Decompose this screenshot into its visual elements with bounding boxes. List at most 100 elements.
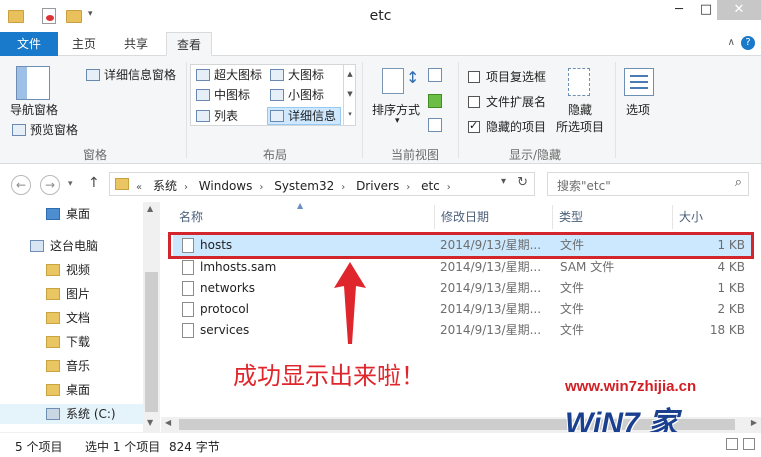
- breadcrumb-item[interactable]: Windows: [199, 179, 253, 193]
- column-header-size[interactable]: 大小: [673, 205, 753, 229]
- chevron-right-icon[interactable]: ›: [406, 182, 410, 193]
- layout-medium-icons[interactable]: 中图标: [196, 86, 250, 103]
- chevron-right-icon[interactable]: ›: [341, 182, 345, 193]
- details-icon: [270, 110, 284, 122]
- layout-list[interactable]: 列表: [196, 107, 238, 124]
- options-icon[interactable]: [624, 68, 654, 96]
- chevron-right-icon[interactable]: ›: [184, 182, 188, 193]
- navigation-scrollbar[interactable]: ▲ ▼: [143, 202, 160, 432]
- new-folder-icon[interactable]: [66, 10, 82, 23]
- medium-icons-icon: [196, 89, 210, 101]
- hide-selected-icon[interactable]: [568, 68, 590, 96]
- hidden-items-checkbox[interactable]: [468, 119, 480, 133]
- item-checkboxes-checkbox[interactable]: [468, 71, 480, 83]
- scroll-right-icon[interactable]: ▶: [751, 418, 757, 427]
- scrollbar-thumb[interactable]: [145, 272, 158, 412]
- options-button[interactable]: 选项: [626, 101, 650, 118]
- drive-icon: [46, 408, 60, 420]
- details-pane-icon: [86, 69, 100, 81]
- hidden-items-option[interactable]: 隐藏的项目: [468, 118, 546, 135]
- layout-small-icons[interactable]: 小图标: [270, 86, 324, 103]
- breadcrumb-item[interactable]: etc: [421, 179, 440, 193]
- nav-item-downloads[interactable]: 下载: [46, 332, 90, 352]
- tab-share[interactable]: 共享: [114, 32, 158, 56]
- nav-item-this-pc[interactable]: 这台电脑: [30, 236, 98, 256]
- breadcrumb-overflow[interactable]: «: [136, 182, 142, 193]
- table-row[interactable]: protocol 2014/9/13/星期... 文件 2 KB: [173, 299, 753, 320]
- file-icon: [182, 260, 194, 275]
- add-columns-icon[interactable]: [428, 94, 442, 108]
- breadcrumb-item[interactable]: 系统: [153, 179, 177, 193]
- nav-item-system-drive[interactable]: 系统 (C:): [0, 404, 143, 424]
- nav-item-desktop[interactable]: 桌面: [46, 204, 90, 224]
- properties-icon[interactable]: [42, 8, 56, 24]
- navigation-pane-icon[interactable]: [16, 66, 50, 100]
- navigation-pane-button[interactable]: 导航窗格: [10, 101, 58, 118]
- large-icons-icon: [270, 69, 284, 81]
- refresh-icon[interactable]: ↻: [517, 175, 528, 190]
- collapse-ribbon-icon[interactable]: ∧: [728, 37, 735, 48]
- table-row[interactable]: networks 2014/9/13/星期... 文件 1 KB: [173, 278, 753, 299]
- nav-item-documents[interactable]: 文档: [46, 308, 90, 328]
- back-button[interactable]: ←: [11, 175, 31, 195]
- up-button[interactable]: ↑: [88, 175, 100, 191]
- file-name: lmhosts.sam: [200, 260, 277, 274]
- nav-item-pictures[interactable]: 图片: [46, 284, 90, 304]
- scroll-up-icon[interactable]: ▲: [147, 204, 153, 213]
- tab-file[interactable]: 文件: [0, 32, 58, 56]
- recent-locations-icon[interactable]: ▾: [68, 179, 73, 189]
- nav-item-music[interactable]: 音乐: [46, 356, 90, 376]
- minimize-button[interactable]: ─: [665, 0, 693, 20]
- group-by-icon[interactable]: [428, 68, 442, 82]
- sort-by-dropdown-icon[interactable]: ▾: [395, 116, 400, 126]
- ribbon-separator: [458, 62, 459, 158]
- hide-selected-label-2[interactable]: 所选项目: [556, 118, 604, 135]
- item-checkboxes-option[interactable]: 项目复选框: [468, 68, 546, 85]
- help-icon[interactable]: ?: [741, 36, 755, 50]
- tab-view[interactable]: 查看: [166, 32, 213, 56]
- file-size: 18 KB: [709, 323, 745, 337]
- list-icon: [196, 110, 210, 122]
- column-header-modified[interactable]: 修改日期: [435, 205, 553, 229]
- customize-toolbar-icon[interactable]: ▾: [88, 9, 93, 27]
- chevron-right-icon[interactable]: ›: [447, 182, 451, 193]
- details-view-icon[interactable]: [726, 438, 738, 450]
- table-row[interactable]: lmhosts.sam 2014/9/13/星期... SAM 文件 4 KB: [173, 257, 753, 278]
- size-columns-icon[interactable]: [428, 118, 442, 132]
- hide-selected-label-1[interactable]: 隐藏: [568, 101, 592, 118]
- nav-item-label: 系统 (C:): [66, 407, 116, 421]
- sort-by-icon[interactable]: [382, 68, 404, 94]
- file-extensions-checkbox[interactable]: [468, 96, 480, 108]
- file-modified: 2014/9/13/星期...: [440, 323, 542, 337]
- address-bar[interactable]: « 系统 › Windows › System32 › Drivers › etc › ▾…: [109, 172, 535, 196]
- search-box[interactable]: 搜索"etc" ⌕: [547, 172, 749, 196]
- search-icon[interactable]: ⌕: [735, 175, 742, 190]
- breadcrumb-item[interactable]: Drivers: [356, 179, 399, 193]
- layout-details[interactable]: 详细信息: [270, 107, 336, 124]
- scroll-down-icon[interactable]: ▼: [147, 418, 153, 427]
- chevron-right-icon[interactable]: ›: [259, 182, 263, 193]
- column-header-name[interactable]: 名称: [173, 205, 435, 229]
- close-button[interactable]: ✕: [717, 0, 761, 20]
- layout-extra-large-icons[interactable]: 超大图标: [196, 66, 262, 83]
- details-pane-button[interactable]: 详细信息窗格: [86, 66, 176, 83]
- layout-large-icons[interactable]: 大图标: [270, 66, 324, 83]
- preview-pane-button[interactable]: 预览窗格: [12, 121, 78, 138]
- nav-item-desktop-2[interactable]: 桌面: [46, 380, 90, 400]
- maximize-button[interactable]: □: [692, 0, 720, 20]
- breadcrumb-item[interactable]: System32: [274, 179, 334, 193]
- file-extensions-option[interactable]: 文件扩展名: [468, 93, 546, 110]
- forward-button[interactable]: →: [40, 175, 60, 195]
- tab-home[interactable]: 主页: [62, 32, 106, 56]
- medium-icons-label: 中图标: [214, 88, 251, 102]
- search-input[interactable]: 搜索"etc": [557, 177, 611, 194]
- table-row[interactable]: services 2014/9/13/星期... 文件 18 KB: [173, 320, 753, 341]
- nav-item-videos[interactable]: 视频: [46, 260, 90, 280]
- title-bar: ▾ etc ─ □ ✕: [0, 0, 761, 32]
- layout-gallery-scroll[interactable]: ▲ ▼ ▾: [343, 64, 356, 126]
- column-header-type[interactable]: 类型: [553, 205, 673, 229]
- nav-item-label: 音乐: [66, 359, 91, 373]
- scroll-left-icon[interactable]: ◀: [165, 418, 171, 427]
- large-icons-view-icon[interactable]: [743, 438, 755, 450]
- address-dropdown-icon[interactable]: ▾: [501, 176, 506, 187]
